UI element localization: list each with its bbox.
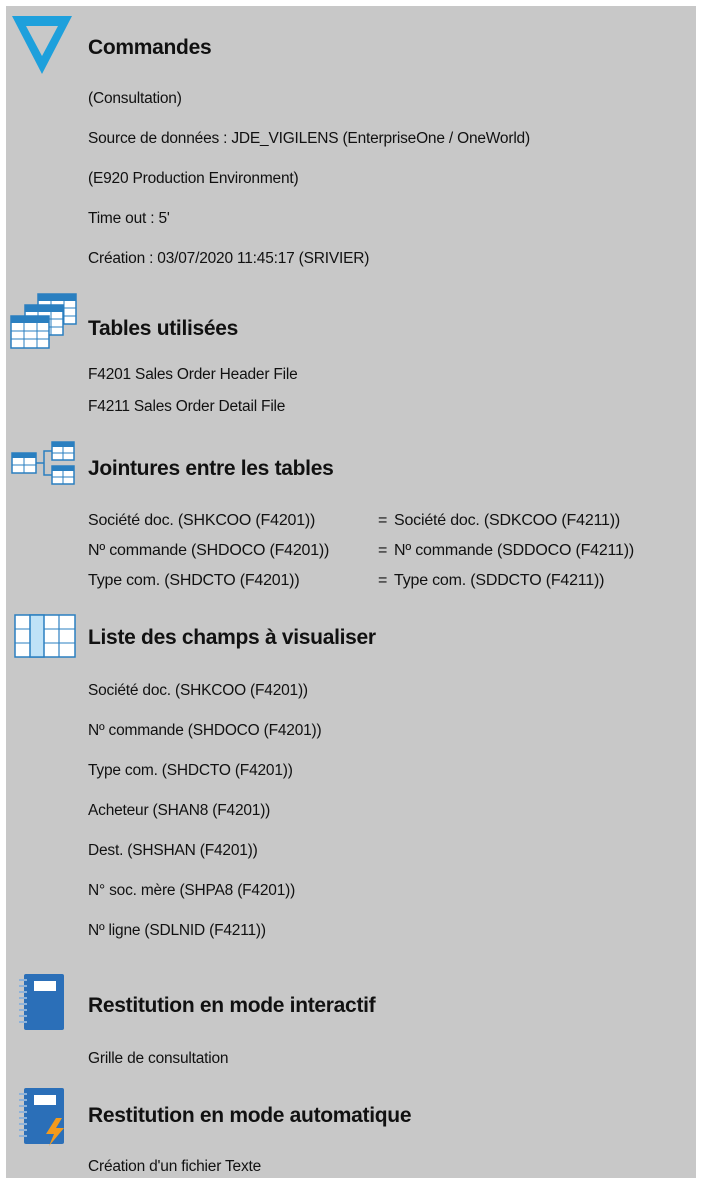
field-columns-icon xyxy=(14,614,76,658)
join-equals: = xyxy=(378,572,388,589)
stacked-tables-icon xyxy=(10,293,77,349)
section-title-automatique: Restitution en mode automatique xyxy=(88,1104,412,1127)
join-left-field: Nº commande (SHDOCO (F4201)) xyxy=(88,542,330,559)
report-panel: Commandes (Consultation) Source de donné… xyxy=(6,6,696,1178)
join-right-field: Type com. (SDDCTO (F4211)) xyxy=(394,572,605,589)
section-title-interactif: Restitution en mode interactif xyxy=(88,994,376,1017)
table-join-icon xyxy=(11,441,75,485)
join-equals: = xyxy=(378,542,388,559)
join-right-field: Société doc. (SDKCOO (F4211)) xyxy=(394,512,620,529)
field-item: Nº ligne (SDLNID (F4211)) xyxy=(88,922,266,939)
interactive-output: Grille de consultation xyxy=(88,1050,229,1067)
field-item: Acheteur (SHAN8 (F4201)) xyxy=(88,802,271,819)
join-right-field: Nº commande (SDDOCO (F4211)) xyxy=(394,542,635,559)
environment: (E920 Production Environment) xyxy=(88,170,299,187)
section-title-jointures: Jointures entre les tables xyxy=(88,457,334,480)
vigilens-v-logo-icon xyxy=(12,16,72,74)
data-source: Source de données : JDE_VIGILENS (Enterp… xyxy=(88,130,530,147)
join-equals: = xyxy=(378,512,388,529)
field-item: Type com. (SHDCTO (F4201)) xyxy=(88,762,293,779)
section-title-commandes: Commandes xyxy=(88,36,212,59)
creation-info: Création : 03/07/2020 11:45:17 (SRIVIER) xyxy=(88,250,370,267)
table-item: F4211 Sales Order Detail File xyxy=(88,398,286,415)
join-left-field: Type com. (SHDCTO (F4201)) xyxy=(88,572,300,589)
timeout: Time out : 5' xyxy=(88,210,170,227)
notebook-icon xyxy=(19,974,64,1030)
section-title-champs: Liste des champs à visualiser xyxy=(88,626,376,649)
table-item: F4201 Sales Order Header File xyxy=(88,366,298,383)
join-row: Type com. (SHDCTO (F4201)) = Type com. (SD… xyxy=(88,572,604,590)
field-item: Nº commande (SHDOCO (F4201)) xyxy=(88,722,322,739)
field-item: Société doc. (SHKCOO (F4201)) xyxy=(88,682,308,699)
automatic-output: Création d'un fichier Texte xyxy=(88,1158,262,1175)
field-item: Dest. (SHSHAN (F4201)) xyxy=(88,842,258,859)
field-item: N° soc. mère (SHPA8 (F4201)) xyxy=(88,882,296,899)
join-row: Nº commande (SHDOCO (F4201)) = Nº commande… xyxy=(88,542,634,560)
section-title-tables: Tables utilisées xyxy=(88,317,239,340)
consultation-mode: (Consultation) xyxy=(88,90,182,107)
notebook-lightning-icon xyxy=(19,1088,64,1146)
join-left-field: Société doc. (SHKCOO (F4201)) xyxy=(88,512,316,529)
join-row: Société doc. (SHKCOO (F4201)) = Société do… xyxy=(88,512,620,530)
